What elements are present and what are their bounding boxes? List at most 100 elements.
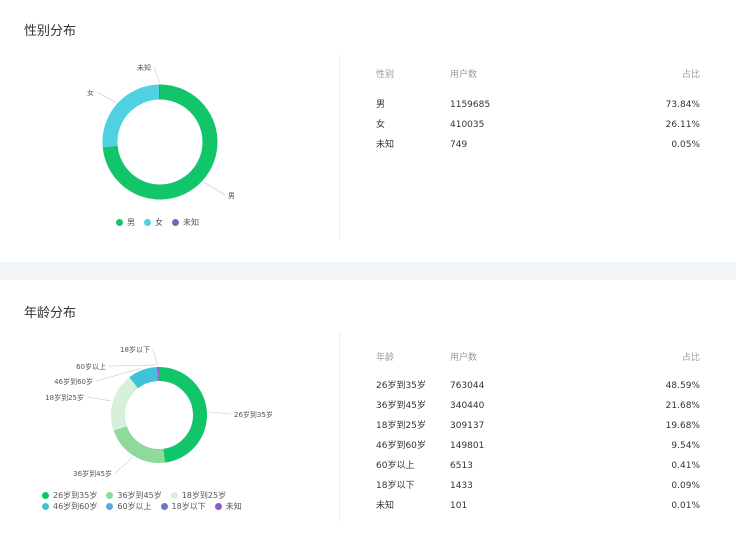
legend-label: 女 xyxy=(155,218,163,227)
row-count: 149801 xyxy=(450,441,485,451)
gender-table-header: 性别 用户数 占比 xyxy=(376,65,700,85)
row-count: 6513 xyxy=(450,461,473,471)
gender-legend: 男 女 未知 xyxy=(116,217,316,228)
row-count: 763044 xyxy=(450,381,485,391)
row-pct: 48.59% xyxy=(665,381,700,391)
legend-dot-icon xyxy=(116,219,123,226)
age-header-pct: 占比 xyxy=(681,353,700,363)
row-pct: 26.11% xyxy=(665,120,700,130)
row-pct: 0.05% xyxy=(671,140,700,150)
legend-label: 18岁以下 xyxy=(171,502,206,511)
legend-label: 60岁以上 xyxy=(117,502,152,511)
legend-item[interactable]: 60岁以上 xyxy=(106,501,152,512)
table-row: 未知 101 0.01% xyxy=(376,496,700,516)
age-table: 年龄 用户数 占比 26岁到35岁 763044 48.59% 36岁到45岁 … xyxy=(376,348,700,516)
slice-label: 60岁以上 xyxy=(76,362,106,371)
legend-item[interactable]: 18岁到25岁 xyxy=(170,490,227,501)
row-pct: 73.84% xyxy=(665,100,700,110)
slice-leader-line xyxy=(108,364,157,367)
legend-item[interactable]: 未知 xyxy=(214,501,242,512)
table-row: 未知 749 0.05% xyxy=(376,135,700,155)
donut-slice-3[interactable] xyxy=(111,377,139,431)
row-count: 410035 xyxy=(450,120,485,130)
row-count: 309137 xyxy=(450,421,485,431)
row-label: 18岁以下 xyxy=(376,481,415,491)
slice-label: 18岁以下 xyxy=(120,345,150,354)
row-count: 1433 xyxy=(450,481,473,491)
slice-leader-line xyxy=(153,66,160,83)
row-count: 749 xyxy=(450,140,468,150)
row-pct: 9.54% xyxy=(671,441,700,451)
legend-dot-icon xyxy=(214,503,222,510)
row-label: 46岁到60岁 xyxy=(376,441,426,451)
row-count: 1159685 xyxy=(450,100,491,110)
row-pct: 0.09% xyxy=(671,481,700,491)
legend-dot-icon xyxy=(42,492,49,499)
slice-label: 未知 xyxy=(137,63,151,72)
table-row: 男 1159685 73.84% xyxy=(376,95,700,115)
table-row: 46岁到60岁 149801 9.54% xyxy=(376,436,700,456)
age-header-count: 用户数 xyxy=(450,353,478,363)
table-row: 女 410035 26.11% xyxy=(376,115,700,135)
row-pct: 0.41% xyxy=(671,461,700,471)
legend-dot-icon xyxy=(172,219,179,226)
donut-slice-1[interactable] xyxy=(158,367,207,463)
gender-divider xyxy=(339,55,340,240)
row-label: 60岁以上 xyxy=(376,461,415,471)
table-row: 60岁以上 6513 0.41% xyxy=(376,456,700,476)
slice-label: 36岁到45岁 xyxy=(73,469,112,478)
legend-item[interactable]: 未知 xyxy=(172,217,199,228)
slice-leader-line xyxy=(203,181,226,196)
legend-label: 未知 xyxy=(183,218,199,227)
age-table-header: 年龄 用户数 占比 xyxy=(376,348,700,368)
legend-item[interactable]: 男 xyxy=(116,217,135,228)
legend-item[interactable]: 女 xyxy=(144,217,163,228)
legend-item[interactable]: 46岁到60岁 xyxy=(42,501,97,512)
table-row: 18岁到25岁 309137 19.68% xyxy=(376,416,700,436)
legend-item[interactable]: 36岁到45岁 xyxy=(106,490,162,501)
legend-dot-icon xyxy=(42,503,49,510)
slice-leader-line xyxy=(152,348,158,366)
row-label: 36岁到45岁 xyxy=(376,401,426,411)
legend-item[interactable]: 26岁到35岁 xyxy=(42,490,97,501)
row-label: 未知 xyxy=(376,140,395,150)
slice-leader-line xyxy=(86,396,112,402)
row-label: 女 xyxy=(376,120,386,130)
legend-dot-icon xyxy=(144,219,151,226)
slice-leader-line xyxy=(96,91,116,103)
donut-slice-2[interactable] xyxy=(102,84,160,148)
row-label: 男 xyxy=(376,100,386,110)
donut-slice-2[interactable] xyxy=(113,425,165,463)
legend-dot-icon xyxy=(106,492,114,499)
row-count: 101 xyxy=(450,501,468,511)
age-legend: 26岁到35岁 36岁到45岁 18岁到25岁 46岁到60岁 60岁以上 18岁以下 未知 xyxy=(42,490,292,512)
legend-label: 未知 xyxy=(225,502,242,511)
legend-item[interactable]: 18岁以下 xyxy=(160,501,206,512)
legend-label: 26岁到35岁 xyxy=(53,491,98,500)
slice-label: 18岁到25岁 xyxy=(45,393,84,402)
table-row: 36岁到45岁 340440 21.68% xyxy=(376,396,700,416)
slice-label: 女 xyxy=(87,88,94,97)
legend-dot-icon xyxy=(160,503,168,510)
gender-panel: 性别分布 男女未知 男女未知 性别 用户数 占比 男 1159685 73.84… xyxy=(0,0,736,262)
gender-table: 性别 用户数 占比 男 1159685 73.84% 女 410035 26.1… xyxy=(376,65,700,155)
legend-dot-icon xyxy=(170,492,178,499)
table-row: 18岁以下 1433 0.09% xyxy=(376,476,700,496)
row-pct: 0.01% xyxy=(671,501,700,511)
age-panel: 年龄分布 26岁到35岁 36岁到45岁 18岁到25岁 46岁到60岁 60岁以上 18… xyxy=(0,280,736,547)
row-count: 340440 xyxy=(450,401,485,411)
slice-leader-line xyxy=(208,411,232,415)
donut-slice-4[interactable] xyxy=(129,367,158,389)
gender-header-count: 用户数 xyxy=(450,70,478,80)
row-label: 26岁到35岁 xyxy=(376,381,426,391)
legend-label: 46岁到60岁 xyxy=(53,502,98,511)
gender-header-label: 性别 xyxy=(376,70,395,80)
row-label: 未知 xyxy=(376,501,395,511)
table-row: 26岁到35岁 763044 48.59% xyxy=(376,376,700,396)
legend-label: 36岁到45岁 xyxy=(117,491,162,500)
row-pct: 21.68% xyxy=(665,401,700,411)
legend-label: 18岁到25岁 xyxy=(181,491,227,500)
slice-label: 26岁到35岁 xyxy=(234,410,273,419)
age-divider xyxy=(339,332,340,522)
legend-label: 男 xyxy=(127,218,135,227)
